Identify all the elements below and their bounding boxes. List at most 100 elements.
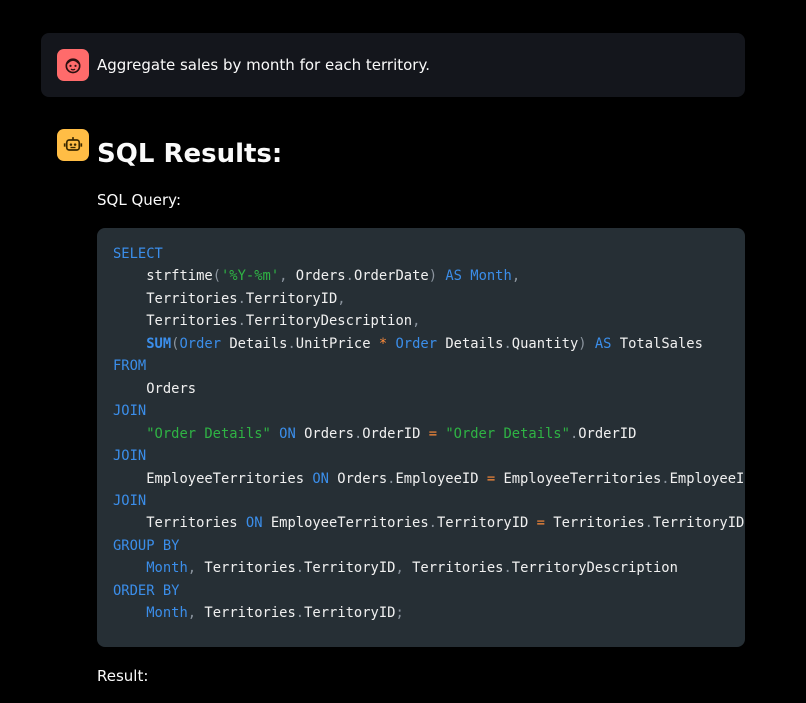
code-token: ) (428, 268, 438, 285)
code-token: TerritoryDescription (511, 560, 678, 577)
code-token: TerritoryID (245, 290, 338, 307)
code-token: . (569, 425, 579, 442)
user-avatar (57, 49, 89, 81)
code-token: EmployeeID (669, 470, 745, 487)
code-token: UnitPrice (295, 335, 379, 352)
code-token: OrderDate (353, 268, 429, 285)
code-token: ON (245, 515, 263, 532)
code-token: strftime (113, 268, 213, 285)
code-line: SUM(Order Details.UnitPrice * Order Deta… (113, 333, 745, 355)
code-token: , (187, 560, 197, 577)
code-token: Order (179, 335, 222, 352)
code-line: "Order Details" ON Orders.OrderID = "Ord… (113, 423, 745, 445)
code-token: EmployeeID (395, 470, 487, 487)
code-line: EmployeeTerritories ON Orders.EmployeeID… (113, 468, 745, 490)
code-line: Territories.TerritoryDescription, (113, 310, 745, 332)
code-token: EmployeeTerritories (113, 470, 313, 487)
code-token: Territories (113, 290, 238, 307)
code-token: Territories (196, 560, 296, 577)
code-token: ; (395, 605, 404, 622)
code-token: ON (279, 425, 296, 442)
code-token: , (412, 313, 421, 330)
code-token: TerritoryID (304, 605, 396, 622)
code-token: ON (312, 470, 329, 487)
code-line: ORDER BY (113, 580, 745, 602)
code-token: JOIN (113, 492, 147, 509)
code-token: . (287, 335, 296, 352)
code-token: ( (212, 268, 221, 285)
sql-code-block[interactable]: SELECT strftime('%Y-%m', Orders.OrderDat… (97, 228, 745, 647)
code-token: . (295, 560, 305, 577)
code-token: Territories (113, 515, 246, 532)
code-token: JOIN (113, 403, 147, 420)
code-token: AS (445, 268, 462, 285)
code-token: GROUP BY (113, 537, 180, 554)
code-token: Territories (113, 313, 238, 330)
code-token: TerritoryDescription (245, 313, 413, 330)
code-line: Month, Territories.TerritoryID, Territor… (113, 557, 745, 579)
code-token: FROM (113, 358, 147, 375)
code-token: SUM (146, 335, 172, 352)
code-line: JOIN (113, 490, 745, 512)
code-token: Orders (287, 268, 346, 285)
result-label: Result: (97, 667, 149, 685)
code-token: "Order Details" (445, 425, 570, 442)
user-message-text: Aggregate sales by month for each territ… (97, 56, 430, 74)
code-token: . (428, 515, 437, 532)
robot-icon (63, 137, 83, 151)
code-token: Details (221, 335, 288, 352)
code-token: ORDER BY (113, 582, 180, 599)
code-token: Month (146, 560, 188, 577)
code-token: Month (470, 268, 512, 285)
code-lines: SELECT strftime('%Y-%m', Orders.OrderDat… (113, 243, 745, 625)
chat-page: Aggregate sales by month for each territ… (0, 0, 806, 703)
user-message: Aggregate sales by month for each territ… (41, 33, 745, 97)
code-token: Orders (295, 425, 354, 442)
sql-query-label: SQL Query: (97, 191, 182, 209)
code-line: Territories.TerritoryID, (113, 288, 745, 310)
code-token: . (644, 515, 653, 532)
code-token: . (237, 313, 246, 330)
code-token: Month (146, 605, 188, 622)
code-token: , (395, 560, 404, 577)
code-line: FROM (113, 355, 745, 377)
code-line: Territories ON EmployeeTerritories.Terri… (113, 512, 745, 534)
code-token: . (345, 268, 354, 285)
code-token: Order (395, 335, 438, 352)
code-token: "Order Details" (146, 425, 271, 442)
code-line: strftime('%Y-%m', Orders.OrderDate) AS M… (113, 265, 745, 287)
code-line: Month, Territories.TerritoryID; (113, 602, 745, 624)
assistant-avatar (57, 129, 89, 161)
code-token: Territories (196, 605, 296, 622)
code-token: Territories (403, 560, 504, 577)
face-icon (65, 58, 81, 74)
code-token: , (511, 268, 521, 285)
code-token: Territories (544, 515, 645, 532)
code-line: SELECT (113, 243, 745, 265)
code-token: . (503, 560, 512, 577)
code-token: TerritoryID (652, 515, 745, 532)
code-token: TerritoryID (304, 560, 396, 577)
code-token: OrderID (578, 425, 637, 442)
code-line: GROUP BY (113, 535, 745, 557)
code-token: . (353, 425, 363, 442)
code-token: AS (594, 335, 612, 352)
code-line: JOIN (113, 445, 745, 467)
code-line: JOIN (113, 400, 745, 422)
code-token: TerritoryID (436, 515, 537, 532)
code-token: EmployeeTerritories (262, 515, 429, 532)
code-line: Orders (113, 378, 745, 400)
code-token: = (536, 515, 545, 532)
code-token: JOIN (113, 448, 147, 465)
code-token: OrderID (362, 425, 429, 442)
code-token: = (428, 425, 438, 442)
code-token: '%Y-%m' (221, 268, 280, 285)
code-token: . (503, 335, 512, 352)
code-token: Orders (113, 380, 197, 397)
